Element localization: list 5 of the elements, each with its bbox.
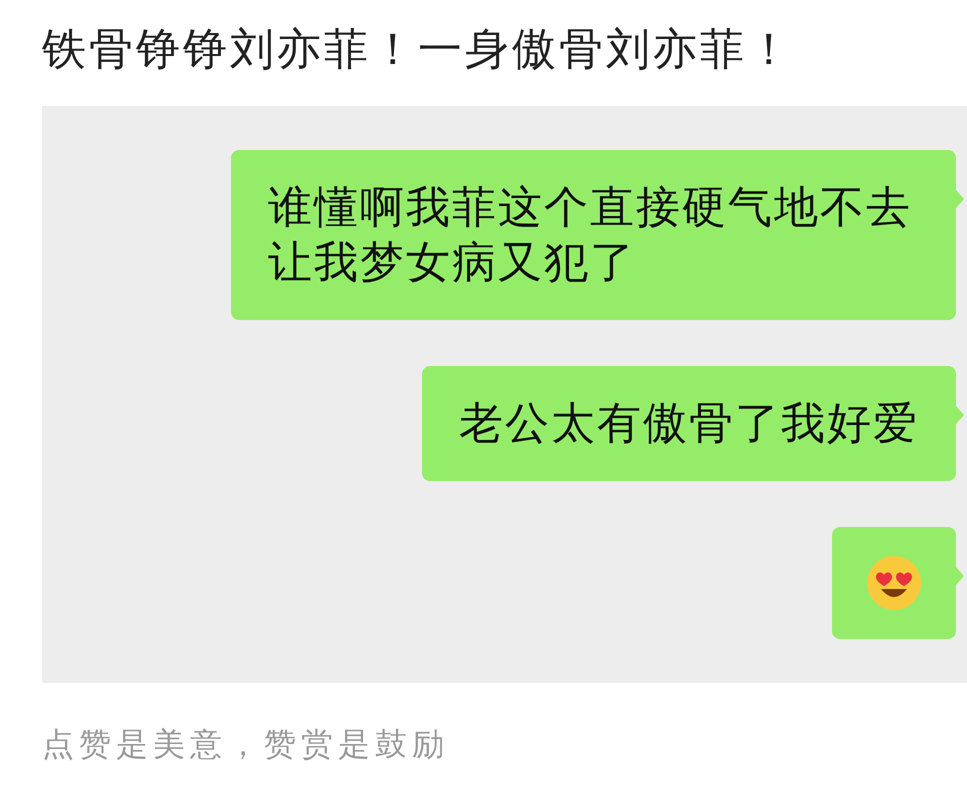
post-title: 铁骨铮铮刘亦菲！一身傲骨刘亦菲！ [41,23,795,77]
heart-eyes-emoji-icon [866,555,922,611]
bubble-tail [956,190,964,208]
reward-prompt: 点赞是美意，赞赏是鼓励 [42,725,449,763]
bubble-tail [956,406,964,424]
